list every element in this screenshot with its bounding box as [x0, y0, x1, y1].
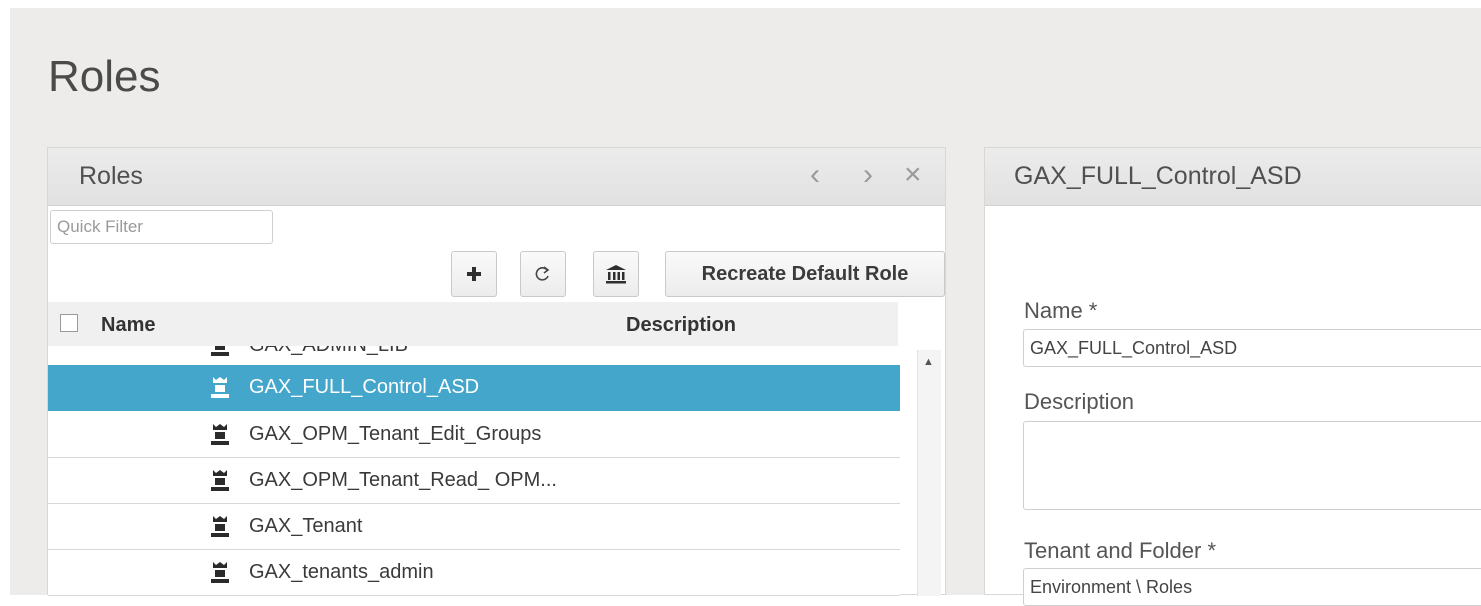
description-field-label: Description — [1024, 389, 1135, 414]
column-header-description[interactable]: Description — [626, 314, 736, 337]
page-title: Roles — [48, 52, 161, 101]
add-role-button[interactable] — [451, 251, 497, 297]
role-icon — [211, 346, 229, 356]
roles-list: GAX_ADMIN_LIB GAX_FULL_Control_ASD GAX_O… — [48, 346, 900, 596]
scroll-up-icon[interactable]: ▲ — [923, 356, 934, 368]
role-name: GAX_Tenant — [249, 515, 363, 537]
close-icon[interactable]: × — [904, 160, 922, 190]
details-panel-title: GAX_FULL_Control_ASD — [1014, 162, 1302, 190]
table-header: Name Description — [48, 302, 898, 346]
table-row[interactable]: GAX_OPM_Tenant_Edit_Groups — [48, 412, 900, 458]
role-icon — [211, 562, 229, 583]
role-name: GAX_tenants_admin — [249, 561, 434, 583]
role-name: GAX_OPM_Tenant_Read_ OPM... — [249, 469, 557, 491]
chevron-left-icon[interactable]: ‹ — [810, 160, 820, 190]
plus-icon — [467, 267, 481, 281]
recreate-default-role-button[interactable]: Recreate Default Role — [665, 251, 945, 297]
refresh-button[interactable] — [520, 251, 566, 297]
table-row[interactable]: GAX_Tenant — [48, 504, 900, 550]
list-scrollbar[interactable]: ▲ — [917, 350, 941, 596]
tenant-button[interactable] — [593, 251, 639, 297]
tenant-folder-field[interactable] — [1023, 568, 1481, 606]
role-icon — [211, 377, 229, 398]
tenant-folder-label: Tenant and Folder * — [1024, 538, 1217, 563]
building-icon — [606, 265, 626, 284]
name-field[interactable] — [1023, 329, 1481, 367]
chevron-right-icon[interactable]: › — [863, 160, 873, 190]
role-name: GAX_FULL_Control_ASD — [249, 376, 480, 398]
column-header-name[interactable]: Name — [101, 314, 155, 337]
quick-filter-input[interactable] — [50, 210, 273, 244]
select-all-checkbox[interactable] — [60, 314, 78, 332]
role-icon — [211, 424, 229, 445]
table-row-selected[interactable]: GAX_FULL_Control_ASD — [48, 365, 900, 411]
name-field-label: Name * — [1024, 298, 1098, 323]
role-name: GAX_OPM_Tenant_Edit_Groups — [249, 423, 542, 445]
role-icon — [211, 470, 229, 491]
refresh-icon — [535, 266, 550, 281]
roles-panel-header: Roles ‹ › × — [48, 148, 945, 206]
description-field[interactable] — [1023, 421, 1481, 510]
role-details-panel: GAX_FULL_Control_ASD Name * Description … — [984, 147, 1481, 606]
role-name: GAX_ADMIN_LIB — [249, 346, 408, 357]
table-row[interactable]: GAX_tenants_admin — [48, 550, 900, 596]
roles-panel-title: Roles — [79, 162, 143, 190]
table-row[interactable]: GAX_OPM_Tenant_Read_ OPM... — [48, 458, 900, 504]
role-icon — [211, 516, 229, 537]
roles-list-panel: Roles ‹ › × Recreate Default Role Name D… — [47, 147, 946, 596]
details-panel-header: GAX_FULL_Control_ASD — [985, 148, 1481, 206]
